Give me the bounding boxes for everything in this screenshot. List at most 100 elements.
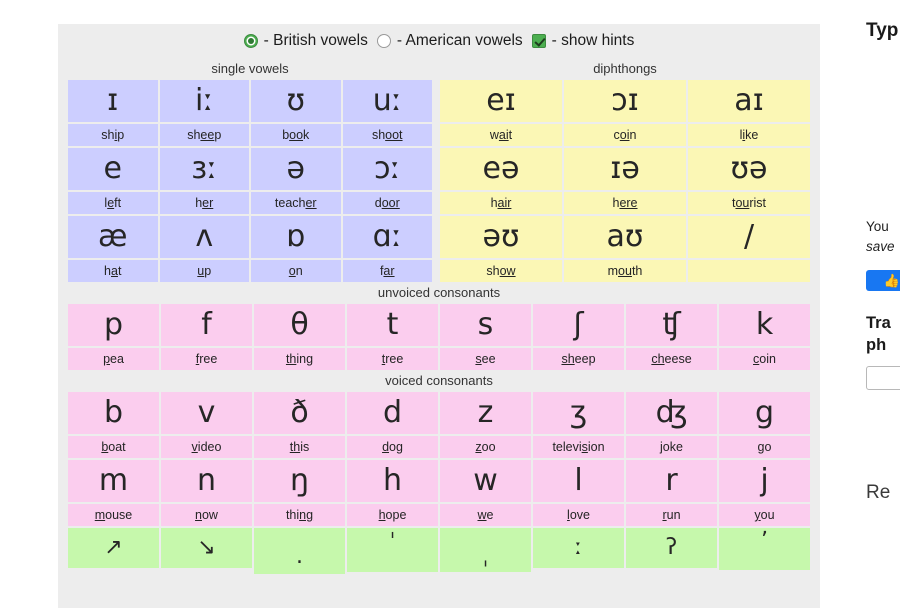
phoneme-hint-cell: coin	[564, 124, 686, 146]
radio-off-icon[interactable]	[376, 34, 391, 48]
phoneme-hint-cell: l ove	[533, 504, 624, 526]
side-panel-paragraph-line1: You	[866, 219, 889, 234]
side-panel-subtitle-line1: Tra	[866, 314, 891, 333]
phoneme-cell[interactable]: ɔː	[342, 148, 432, 190]
side-panel: Typ You save 👍 Tra ph Re	[856, 0, 900, 608]
phoneme-cell[interactable]: w	[440, 460, 531, 502]
prosody-cell-glottal-stop[interactable]: ʔ	[626, 528, 717, 568]
hint-row: h a t u p o n f ar	[68, 260, 432, 282]
phoneme-cell[interactable]: b	[68, 392, 159, 434]
prosody-row: ↗ ↘. ˈ ˌ ː ʔ ʼ	[68, 528, 810, 574]
side-panel-title: Typ	[866, 20, 899, 41]
phoneme-cell[interactable]: s	[440, 304, 531, 346]
phonetic-chart-panel: - British vowels - American vowels - sho…	[58, 24, 820, 608]
section-caption-single-vowels: single vowels	[211, 61, 289, 76]
phoneme-cell[interactable]: ɔɪ	[564, 80, 686, 122]
symbol-row: ɪ iː ʊ uː	[68, 80, 432, 122]
hint-row: b oat v ideo th is d og z oo televi s ion joke go	[68, 436, 810, 458]
phoneme-cell[interactable]: æ	[68, 216, 158, 258]
phoneme-cell[interactable]: k	[719, 304, 810, 346]
phoneme-cell[interactable]: uː	[342, 80, 432, 122]
option-show-hints[interactable]: - show hints	[531, 32, 635, 50]
phoneme-cell[interactable]: eɪ	[440, 80, 562, 122]
phoneme-cell[interactable]: θ	[254, 304, 345, 346]
phoneme-cell[interactable]: r	[626, 460, 717, 502]
phoneme-cell[interactable]: p	[68, 304, 159, 346]
phoneme-cell[interactable]: m	[68, 460, 159, 502]
hint-row: sh i p sh ee p b oo k sh oot	[68, 124, 432, 146]
phoneme-cell[interactable]: aɪ	[688, 80, 810, 122]
phoneme-hint-cell: l e ft	[68, 192, 158, 214]
phoneme-hint-cell: m ouse	[68, 504, 159, 526]
options-bar: - British vowels - American vowels - sho…	[68, 24, 810, 58]
phoneme-hint-cell: b oat	[68, 436, 159, 458]
phoneme-cell[interactable]: j	[719, 460, 810, 502]
phoneme-cell[interactable]: ɪə	[564, 148, 686, 190]
phoneme-cell[interactable]: ð	[254, 392, 345, 434]
vowel-captions-row: single vowels diphthongs	[68, 58, 810, 80]
phoneme-cell[interactable]: t	[347, 304, 438, 346]
phoneme-cell[interactable]: ʊə	[688, 148, 810, 190]
phoneme-cell[interactable]: əʊ	[440, 216, 562, 258]
phoneme-cell[interactable]: e	[68, 148, 158, 190]
phoneme-cell[interactable]: ʊ	[251, 80, 341, 122]
phoneme-hint-cell: h ope	[347, 504, 438, 526]
prosody-cell-length-mark[interactable]: ː	[533, 528, 624, 568]
phoneme-cell[interactable]: f	[161, 304, 252, 346]
phoneme-hint-cell: d og	[347, 436, 438, 458]
prosody-cell-rising-intonation[interactable]: ↗	[68, 528, 159, 568]
prosody-cell-secondary-stress[interactable]: ˌ	[440, 528, 531, 572]
phoneme-cell[interactable]: ɑː	[342, 216, 432, 258]
phoneme-hint-cell: hat	[68, 260, 158, 282]
option-british-vowels-label: - British vowels	[263, 32, 368, 49]
phoneme-cell[interactable]: ʃ	[533, 304, 624, 346]
phoneme-cell[interactable]: ŋ	[254, 460, 345, 502]
option-show-hints-label: - show hints	[551, 32, 635, 49]
section-caption-diphthongs: diphthongs	[593, 61, 657, 76]
phoneme-cell[interactable]: l	[533, 460, 624, 502]
prosody-grid: ↗ ↘. ˈ ˌ ː ʔ ʼ	[68, 528, 810, 574]
prosody-cell-syllable-break[interactable]: .	[254, 528, 345, 574]
phoneme-cell[interactable]: h	[347, 460, 438, 502]
phoneme-cell[interactable]: /	[688, 216, 810, 258]
phoneme-cell[interactable]: n	[161, 460, 252, 502]
phoneme-cell[interactable]: eə	[440, 148, 562, 190]
symbol-row: əʊ aʊ /	[440, 216, 810, 258]
phoneme-cell[interactable]: ʤ	[626, 392, 717, 434]
checkbox-checked-icon[interactable]	[531, 34, 546, 48]
phoneme-hint-cell: n ow	[161, 504, 252, 526]
phoneme-cell[interactable]: ɒ	[251, 216, 341, 258]
phoneme-cell[interactable]: z	[440, 392, 531, 434]
transcribe-input[interactable]	[866, 366, 900, 390]
hint-row: m ouse n ow thi ng h ope w e l ove r un y ou	[68, 504, 810, 526]
prosody-cell-falling-intonation[interactable]: ↘	[161, 528, 252, 568]
option-british-vowels[interactable]: - British vowels	[243, 32, 368, 50]
phoneme-cell[interactable]: ə	[251, 148, 341, 190]
phoneme-hint-cell: v ideo	[161, 436, 252, 458]
phoneme-hint-cell: we	[440, 504, 531, 526]
phoneme-cell[interactable]: g	[719, 392, 810, 434]
phoneme-hint-cell: d oor	[342, 192, 432, 214]
facebook-like-button[interactable]: 👍	[866, 270, 900, 292]
phoneme-cell[interactable]: d	[347, 392, 438, 434]
radio-on-icon[interactable]	[243, 34, 258, 48]
phoneme-cell[interactable]: ɪ	[68, 80, 158, 122]
phoneme-hint-cell: coin	[719, 348, 810, 370]
phoneme-cell[interactable]: ɜː	[159, 148, 249, 190]
phoneme-cell[interactable]: ʒ	[533, 392, 624, 434]
side-panel-paragraph-line2: save	[866, 238, 895, 254]
phoneme-cell[interactable]: iː	[159, 80, 249, 122]
symbol-row: bvðdzʒʤg	[68, 392, 810, 434]
option-american-vowels[interactable]: - American vowels	[376, 32, 523, 50]
phoneme-cell[interactable]: v	[161, 392, 252, 434]
phoneme-hint-cell: sheep	[159, 124, 249, 146]
phoneme-cell[interactable]: ʧ	[626, 304, 717, 346]
prosody-cell-primary-stress[interactable]: ˈ	[347, 528, 438, 572]
phoneme-cell[interactable]: aʊ	[564, 216, 686, 258]
phoneme-cell[interactable]: ʌ	[159, 216, 249, 258]
symbol-row: eə ɪə ʊə	[440, 148, 810, 190]
prosody-cell-ejective-mark[interactable]: ʼ	[719, 528, 810, 570]
phoneme-hint-cell: sh i p	[68, 124, 158, 146]
phoneme-hint-cell: f ree	[161, 348, 252, 370]
phoneme-hint-cell: t ou rist	[688, 192, 810, 214]
